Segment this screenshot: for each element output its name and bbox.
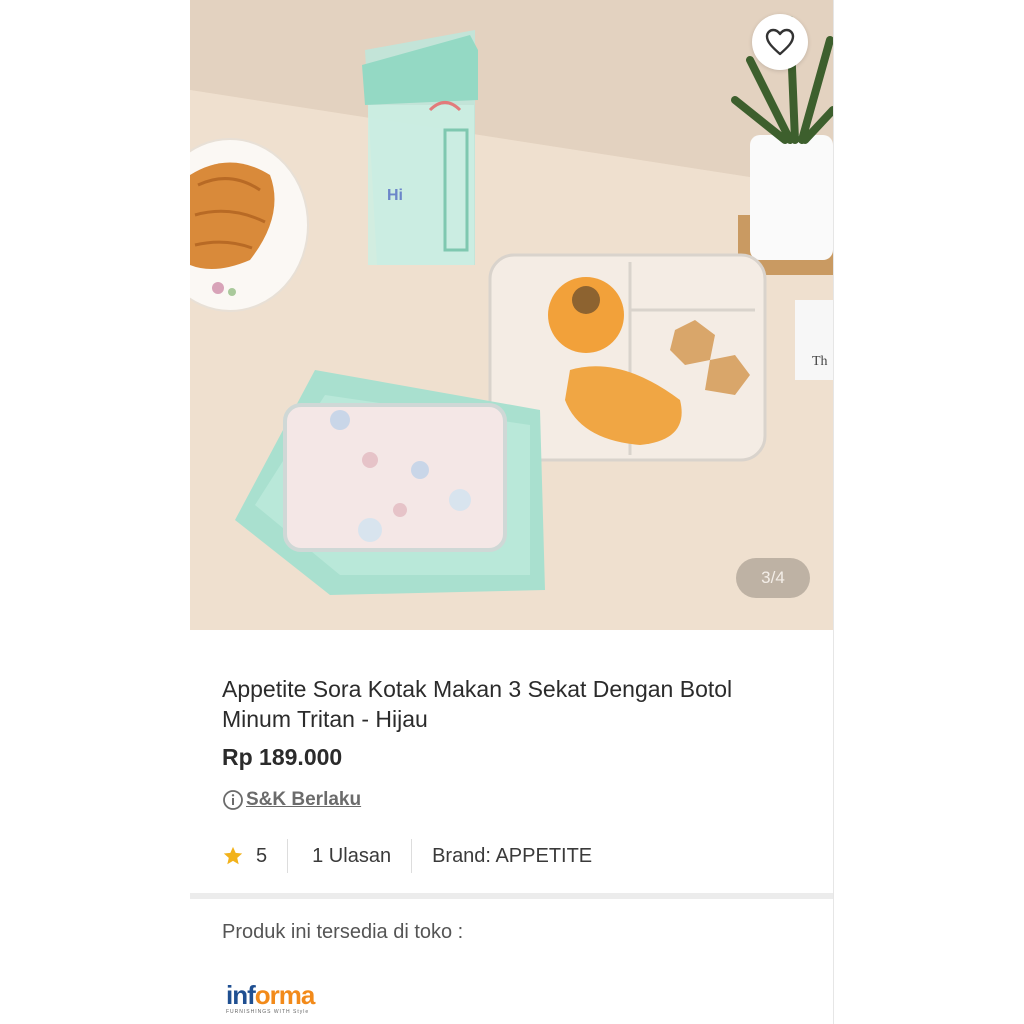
product-title: Appetite Sora Kotak Makan 3 Sekat Dengan… xyxy=(222,676,733,732)
image-counter: 3/4 xyxy=(736,558,810,598)
brand-value[interactable]: APPETITE xyxy=(495,845,592,867)
product-photo: Hi Th xyxy=(190,0,833,630)
brand-label: Brand: xyxy=(432,844,491,867)
brand: Brand: APPETITE xyxy=(412,845,592,868)
info-icon xyxy=(223,790,243,810)
heart-icon xyxy=(765,28,795,56)
product-image-gallery[interactable]: Hi Th 3/4 xyxy=(190,0,833,630)
terms-row[interactable]: S&K Berlaku xyxy=(222,789,801,811)
rating: 5 xyxy=(222,845,287,868)
store-logo-wordmark: informa xyxy=(226,982,833,1008)
svg-text:Hi: Hi xyxy=(387,187,403,204)
terms-link[interactable]: S&K Berlaku xyxy=(246,789,361,811)
rating-value: 5 xyxy=(256,844,268,867)
wishlist-button[interactable] xyxy=(752,14,808,70)
star-icon xyxy=(223,846,243,865)
section-divider xyxy=(190,893,833,899)
store-tagline: FURNISHINGS WITH Style xyxy=(226,1009,310,1015)
book-print: Th xyxy=(812,354,828,369)
product-info: Appetite Sora Kotak Makan 3 Sekat Dengan… xyxy=(190,674,833,873)
product-price: Rp 189.000 xyxy=(222,744,343,770)
store-logo-part2: orma xyxy=(254,980,316,1010)
product-page: Hi Th 3/4 Appetite Sora Kotak Makan 3 Se… xyxy=(190,0,834,1024)
store-logo-part1: inf xyxy=(226,980,256,1010)
store-logo-informa[interactable]: informa FURNISHINGS WITH Style xyxy=(226,982,833,1015)
reviews-link[interactable]: 1 Ulasan xyxy=(288,845,411,868)
availability-heading: Produk ini tersedia di toko : xyxy=(222,921,464,943)
product-meta: 5 1 Ulasan Brand: APPETITE xyxy=(222,839,801,873)
